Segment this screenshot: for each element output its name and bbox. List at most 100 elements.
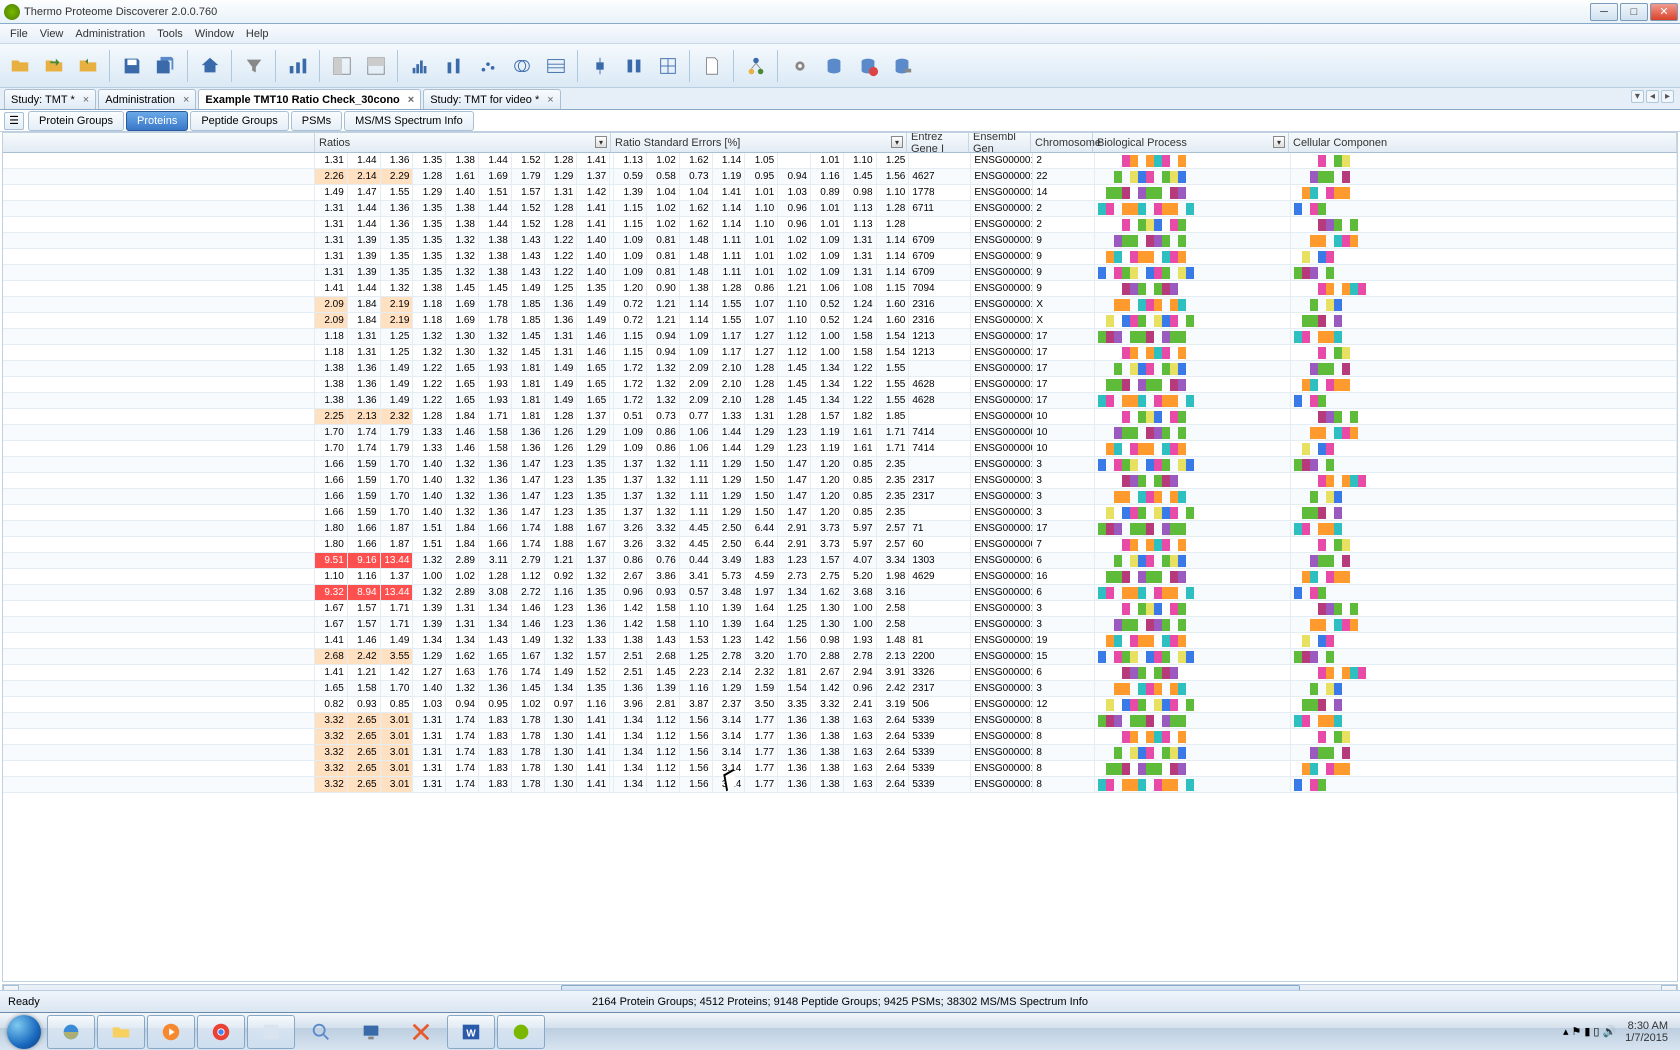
table-row[interactable]: 3.322.653.011.311.741.831.781.301.411.34… [3,745,1677,761]
table-row[interactable]: 1.651.581.701.401.321.361.451.341.351.36… [3,681,1677,697]
tray-battery-icon[interactable]: ▮ [1584,1025,1590,1038]
table-row[interactable]: 2.262.142.291.281.611.691.791.291.370.59… [3,169,1677,185]
scatter-icon[interactable] [472,50,504,82]
dropdown-icon[interactable]: ▾ [891,136,903,148]
menu-tools[interactable]: Tools [151,28,189,40]
table-row[interactable]: 1.311.391.351.351.321.381.431.221.401.09… [3,233,1677,249]
minimize-button[interactable]: ─ [1590,3,1618,21]
table-row[interactable]: 1.101.161.371.001.021.281.120.921.322.67… [3,569,1677,585]
table-row[interactable]: 1.381.361.491.221.651.931.811.491.651.72… [3,393,1677,409]
tray-clock[interactable]: 8:30 AM1/7/2015 [1619,1020,1674,1044]
maximize-button[interactable]: □ [1620,3,1648,21]
table-row[interactable]: 1.661.591.701.401.321.361.471.231.351.37… [3,505,1677,521]
table-row[interactable]: 1.381.361.491.221.651.931.811.491.651.72… [3,361,1677,377]
grid-icon[interactable] [652,50,684,82]
table-row[interactable]: 1.671.571.711.391.311.341.461.231.361.42… [3,601,1677,617]
barchart-icon[interactable] [438,50,470,82]
doc-tab[interactable]: Example TMT10 Ratio Check_30cono× [198,89,421,109]
table-row[interactable]: 3.322.653.011.311.741.831.781.301.411.34… [3,729,1677,745]
venn-icon[interactable] [506,50,538,82]
task-proteome-icon[interactable] [497,1015,545,1049]
tray-volume-icon[interactable]: 🔊 [1602,1025,1616,1038]
task-word-icon[interactable]: W [447,1015,495,1049]
table-row[interactable]: 2.091.842.191.181.691.781.851.361.490.72… [3,297,1677,313]
table-row[interactable]: 0.820.930.851.030.940.951.020.971.163.96… [3,697,1677,713]
task-tool-icon[interactable] [397,1015,445,1049]
menu-administration[interactable]: Administration [69,28,151,40]
table-row[interactable]: 1.801.661.871.511.841.661.741.881.673.26… [3,537,1677,553]
home-icon[interactable] [194,50,226,82]
table-row[interactable]: 1.701.741.791.331.461.581.361.261.291.09… [3,441,1677,457]
tabs-dropdown-icon[interactable]: ▾ [1631,90,1644,103]
layout1-icon[interactable] [326,50,358,82]
table-row[interactable]: 2.682.423.551.291.621.651.671.321.572.51… [3,649,1677,665]
task-chrome-icon[interactable] [197,1015,245,1049]
table-row[interactable]: 3.322.653.011.311.741.831.781.301.411.34… [3,713,1677,729]
ensembl-header[interactable]: Ensembl Gen [969,133,1031,152]
grid-body[interactable]: 1.311.441.361.351.381.441.521.281.411.13… [3,153,1677,981]
histogram-icon[interactable] [404,50,436,82]
tabs-prev-icon[interactable]: ◂ [1646,90,1659,103]
db-remove-icon[interactable] [852,50,884,82]
doc-tab[interactable]: Study: TMT *× [4,89,96,109]
chart-layout-icon[interactable] [282,50,314,82]
table-row[interactable]: 1.411.211.421.271.631.761.741.491.522.51… [3,665,1677,681]
table-row[interactable]: 1.411.441.321.381.451.451.491.251.351.20… [3,281,1677,297]
dropdown-icon[interactable]: ▾ [595,136,607,148]
task-monitor-icon[interactable] [347,1015,395,1049]
table-row[interactable]: 1.491.471.551.291.401.511.571.311.421.39… [3,185,1677,201]
table-row[interactable]: 3.322.653.011.311.741.831.781.301.411.34… [3,777,1677,793]
dropdown-icon[interactable]: ▾ [1273,136,1285,148]
ratios-header[interactable]: Ratios▾ [315,133,611,152]
document-icon[interactable] [696,50,728,82]
save-icon[interactable] [116,50,148,82]
boxplot-icon[interactable] [584,50,616,82]
gear-icon[interactable] [784,50,816,82]
open-file-icon[interactable] [4,50,36,82]
table-row[interactable]: 1.311.391.351.351.321.381.431.221.401.09… [3,249,1677,265]
task-magnify-icon[interactable] [297,1015,345,1049]
column-icon[interactable] [618,50,650,82]
close-button[interactable]: ✕ [1650,3,1678,21]
menu-window[interactable]: Window [189,28,240,40]
table-row[interactable]: 1.661.591.701.401.321.361.471.231.351.37… [3,457,1677,473]
biological-process-header[interactable]: Biological Process▾ [1093,133,1289,152]
tray-up-icon[interactable]: ▴ [1563,1025,1569,1038]
entrez-header[interactable]: Entrez Gene I [907,133,969,152]
db-maint-icon[interactable] [886,50,918,82]
save-all-icon[interactable] [150,50,182,82]
table-row[interactable]: 1.381.361.491.221.651.931.811.491.651.72… [3,377,1677,393]
result-list-icon[interactable]: ☰ [4,112,24,130]
table-row[interactable]: 1.181.311.251.321.301.321.451.311.461.15… [3,345,1677,361]
tray-network-icon[interactable]: ▯ [1593,1025,1599,1038]
close-tab-icon[interactable]: × [408,94,414,106]
rse-header[interactable]: Ratio Standard Errors [%]▾ [611,133,907,152]
table-row[interactable]: 1.311.441.361.351.381.441.521.281.411.15… [3,201,1677,217]
table-row[interactable]: 1.311.391.351.351.321.381.431.221.401.09… [3,265,1677,281]
tray-flag-icon[interactable]: ⚑ [1571,1025,1581,1038]
table-row[interactable]: 9.519.1613.441.322.893.112.791.211.370.8… [3,553,1677,569]
import-icon[interactable] [72,50,104,82]
table-row[interactable]: 1.181.311.251.321.301.321.451.311.461.15… [3,329,1677,345]
table-icon[interactable] [540,50,572,82]
close-tab-icon[interactable]: × [183,94,189,106]
menu-help[interactable]: Help [240,28,275,40]
table-row[interactable]: 1.701.741.791.331.461.581.361.261.291.09… [3,425,1677,441]
table-row[interactable]: 2.252.132.321.281.841.711.811.281.370.51… [3,409,1677,425]
table-row[interactable]: 1.311.441.361.351.381.441.521.281.411.15… [3,217,1677,233]
task-ie-icon[interactable] [47,1015,95,1049]
start-button[interactable] [2,1014,46,1050]
table-row[interactable]: 3.322.653.011.311.741.831.781.301.411.34… [3,761,1677,777]
subtab-peptide-groups[interactable]: Peptide Groups [190,111,288,131]
task-media-icon[interactable] [147,1015,195,1049]
doc-tab[interactable]: Study: TMT for video *× [423,89,560,109]
tabs-next-icon[interactable]: ▸ [1661,90,1674,103]
doc-tab[interactable]: Administration× [98,89,196,109]
table-row[interactable]: 1.661.591.701.401.321.361.471.231.351.37… [3,473,1677,489]
subtab-psms[interactable]: PSMs [291,111,342,131]
table-row[interactable]: 1.311.441.361.351.381.441.521.281.411.13… [3,153,1677,169]
table-row[interactable]: 1.661.591.701.401.321.361.471.231.351.37… [3,489,1677,505]
table-row[interactable]: 9.328.9413.441.322.893.082.721.161.350.9… [3,585,1677,601]
menu-view[interactable]: View [34,28,70,40]
table-row[interactable]: 1.411.461.491.341.341.431.491.321.331.38… [3,633,1677,649]
